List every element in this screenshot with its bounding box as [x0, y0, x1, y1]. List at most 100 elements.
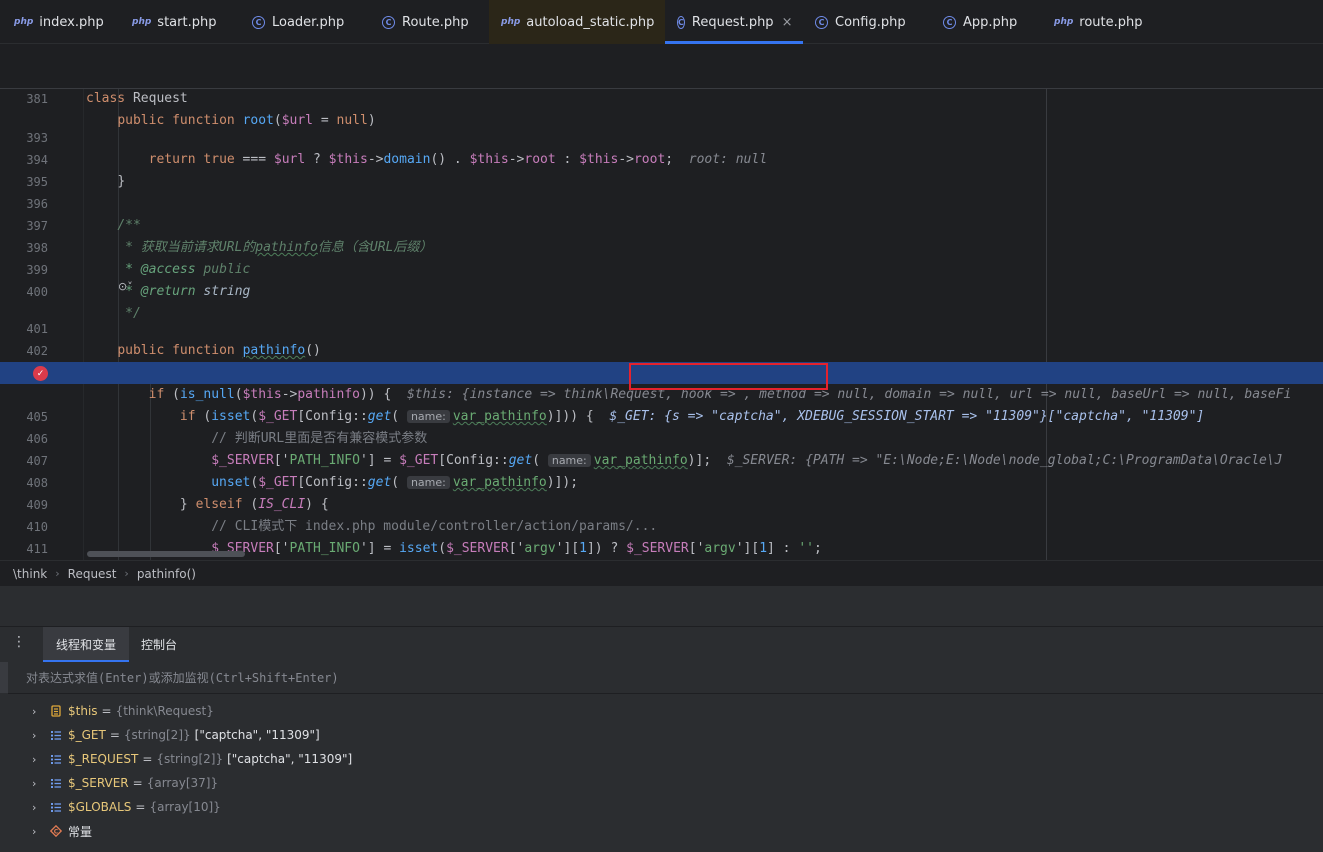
variable-name: $this [68, 704, 98, 718]
variable-value: ["captcha", "11309"] [227, 752, 353, 766]
variable-row-request[interactable]: › $_REQUEST = {string[2]} ["captcha", "1… [0, 747, 1323, 771]
code-line-392[interactable]: 392 } [0, 83, 1323, 99]
code-line-410[interactable]: 410 $_SERVER['PATH_INFO'] = isset($_SERV… [0, 494, 1323, 556]
breadcrumb-class[interactable]: Request [68, 567, 117, 581]
tab-label: route.php [1079, 14, 1143, 30]
equals-sign: = [142, 752, 153, 766]
code-line-395[interactable]: 395 [0, 149, 1323, 189]
debug-tab-bar: ⋮ 线程和变量 控制台 [0, 627, 1323, 662]
code-line-401[interactable]: 401 public function pathinfo() [0, 296, 1323, 358]
array-icon [50, 777, 62, 789]
variable-name: $_SERVER [68, 776, 129, 790]
panel-spacer [0, 586, 1323, 626]
chevron-right-icon[interactable]: › [32, 801, 42, 814]
svg-text:C: C [54, 828, 59, 835]
variables-list: › $this = {think\Request} › $_GET = {str… [0, 699, 1323, 843]
equals-sign: = [109, 728, 120, 742]
variable-name: $_REQUEST [68, 752, 139, 766]
class-file-icon: C [815, 15, 828, 29]
tab-threads-variables[interactable]: 线程和变量 [43, 627, 129, 662]
variable-type: {think\Request} [115, 704, 214, 718]
fold-toggle-icon[interactable]: ⊙˅ [118, 280, 133, 293]
evaluate-expression-input[interactable]: 对表达式求值(Enter)或添加监视(Ctrl+Shift+Enter) [8, 662, 1323, 694]
equals-sign: = [101, 704, 112, 718]
tab-label: Config.php [835, 14, 906, 30]
class-file-icon: C [382, 15, 395, 29]
more-options-icon[interactable]: ⋮ [12, 635, 26, 649]
eval-placeholder: 对表达式求值(Enter)或添加监视(Ctrl+Shift+Enter) [26, 671, 339, 685]
code-line-407[interactable]: 407 unset($_GET[Config::get( name: var_pa… [0, 428, 1323, 490]
code-line-393[interactable]: 393 return true === $url ? $this->domain… [0, 105, 1323, 167]
php-file-icon: php [14, 17, 34, 27]
chevron-right-icon[interactable]: › [32, 777, 42, 790]
code-line-399[interactable]: 399 * @return string [0, 237, 1323, 299]
object-icon [50, 705, 62, 717]
code-line-396[interactable]: 396 /** [0, 171, 1323, 233]
tab-label: 控制台 [141, 638, 178, 652]
variable-type: {array[37]} [146, 776, 219, 790]
tab-autoload-static-php[interactable]: php autoload_static.php [489, 0, 665, 44]
code-line-411[interactable]: 411 } [0, 516, 1323, 556]
code-line-397[interactable]: 397 * 获取当前请求URL的pathinfo信息（含URL后缀） [0, 193, 1323, 255]
variable-row-constants[interactable]: › C 常量 [0, 819, 1323, 843]
tab-route-lower-php[interactable]: php route.php [1040, 0, 1160, 44]
tab-loader-php[interactable]: C Loader.php [236, 0, 366, 44]
chevron-right-icon[interactable]: › [32, 753, 42, 766]
array-icon [50, 753, 62, 765]
tab-start-php[interactable]: php start.php [118, 0, 236, 44]
line-number: 392 [0, 97, 48, 99]
variable-type: {array[10]} [149, 800, 221, 814]
horizontal-scrollbar[interactable] [87, 551, 245, 557]
tab-config-php[interactable]: C Config.php [803, 0, 929, 44]
code-line-402[interactable]: 402 { [0, 318, 1323, 380]
code-line-405[interactable]: 405 // 判断URL里面是否有兼容模式参数 [0, 384, 1323, 446]
code-line-408[interactable]: 408 } elseif (IS_CLI) { [0, 450, 1323, 512]
code-line-sticky-14[interactable]: 14 class Request [0, 44, 1323, 106]
variable-row-globals[interactable]: › $GLOBALS = {array[10]} [0, 795, 1323, 819]
equals-sign: = [132, 776, 143, 790]
chevron-right-icon[interactable]: › [32, 825, 42, 838]
php-file-icon: php [132, 17, 152, 27]
tab-route-php[interactable]: C Route.php [366, 0, 489, 44]
code-line-394[interactable]: 394 } [0, 127, 1323, 189]
chevron-right-icon[interactable]: › [32, 729, 42, 742]
code-line-400[interactable]: 400 */ [0, 259, 1323, 321]
variable-row-get[interactable]: › $_GET = {string[2]} ["captcha", "11309… [0, 723, 1323, 747]
class-file-icon: C [943, 15, 956, 29]
code-line-403[interactable]: 403 if (is_null($this->pathinfo)) { $thi… [0, 340, 1323, 402]
variable-name: $GLOBALS [68, 800, 132, 814]
class-file-icon: C [677, 15, 685, 29]
breakpoint-icon[interactable]: ✓ [33, 366, 48, 381]
tab-app-php[interactable]: C App.php [929, 0, 1040, 44]
chevron-right-icon[interactable]: › [32, 705, 42, 718]
tab-label: 线程和变量 [56, 638, 117, 652]
tab-label: Route.php [402, 14, 469, 30]
variable-row-server[interactable]: › $_SERVER = {array[37]} [0, 771, 1323, 795]
frames-strip [0, 662, 8, 693]
breadcrumb-method[interactable]: pathinfo() [137, 567, 196, 581]
code-line-406[interactable]: 406 $_SERVER['PATH_INFO'] = $_GET[Config… [0, 406, 1323, 468]
array-icon [50, 729, 62, 741]
code-editor[interactable]: 14 class Request 381 public function roo… [0, 44, 1323, 560]
tab-label: Request.php [691, 14, 774, 30]
variable-value: ["captcha", "11309"] [194, 728, 320, 742]
chevron-right-icon: › [55, 567, 60, 580]
tab-label: index.php [39, 14, 104, 30]
array-icon [50, 801, 62, 813]
variable-row-this[interactable]: › $this = {think\Request} [0, 699, 1323, 723]
code-line-409[interactable]: 409 // CLI模式下 index.php module/controlle… [0, 472, 1323, 534]
tab-index-php[interactable]: php index.php [0, 0, 118, 44]
tab-console[interactable]: 控制台 [128, 627, 192, 662]
constant-icon: C [50, 825, 62, 837]
tab-label: Loader.php [272, 14, 345, 30]
breadcrumb-namespace[interactable]: \think [13, 567, 47, 581]
close-icon[interactable]: × [782, 15, 793, 30]
tab-request-php[interactable]: C Request.php × [665, 0, 803, 44]
equals-sign: = [135, 800, 146, 814]
variable-name: $_GET [68, 728, 106, 742]
php-file-icon: php [501, 17, 521, 27]
code-line-398[interactable]: 398 * @access public [0, 215, 1323, 277]
debug-panel: ⋮ 线程和变量 控制台 对表达式求值(Enter)或添加监视(Ctrl+Shif… [0, 626, 1323, 852]
tab-label: start.php [157, 14, 217, 30]
variable-type: {string[2]} [123, 728, 191, 742]
